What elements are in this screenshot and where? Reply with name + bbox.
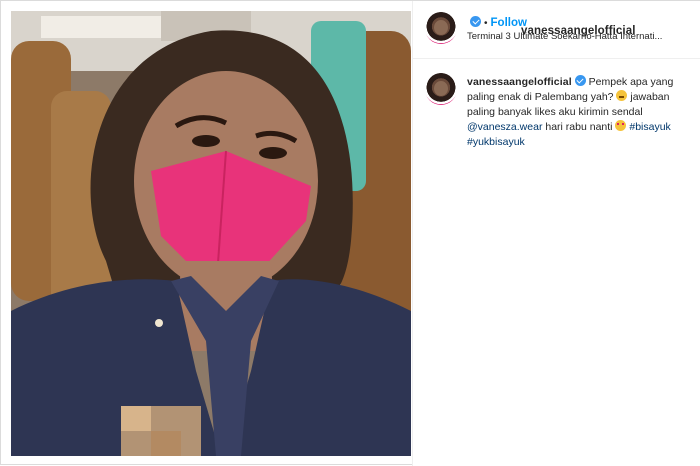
hashtag-link[interactable]: #bisayuk (629, 121, 670, 133)
verified-badge-icon (574, 75, 586, 86)
header-line: vanessaangelofficial • Follow (467, 13, 635, 37)
dot-separator: • (484, 18, 488, 29)
hashtag-link[interactable]: #yukbisayuk (467, 136, 525, 148)
mention-link[interactable]: @vanesza.wear (467, 121, 542, 133)
instagram-post-embed: vanessaangelofficial • Follow Terminal 3 U… (0, 0, 700, 466)
caption-line-3: hari rabu nanti (545, 121, 613, 133)
verified-badge-icon (470, 16, 481, 27)
post-header: vanessaangelofficial • Follow Terminal 3 U… (413, 1, 700, 59)
post-side-panel: vanessaangelofficial • Follow Terminal 3 U… (412, 1, 700, 466)
post-photo-image (11, 11, 411, 456)
location-link[interactable]: Terminal 3 Ultimate Soekarno-Hatta Inter… (467, 31, 695, 42)
avatar[interactable] (425, 73, 457, 105)
avatar[interactable] (425, 12, 457, 44)
post-photo[interactable] (11, 11, 411, 456)
caption-body: vanessaangelofficial Pempek apa yang pal… (467, 75, 695, 150)
smiling-face-with-hearts-emoji-icon (615, 120, 627, 131)
thinking-face-emoji-icon (616, 90, 628, 101)
caption-username-link[interactable]: vanessaangelofficial (467, 76, 572, 88)
